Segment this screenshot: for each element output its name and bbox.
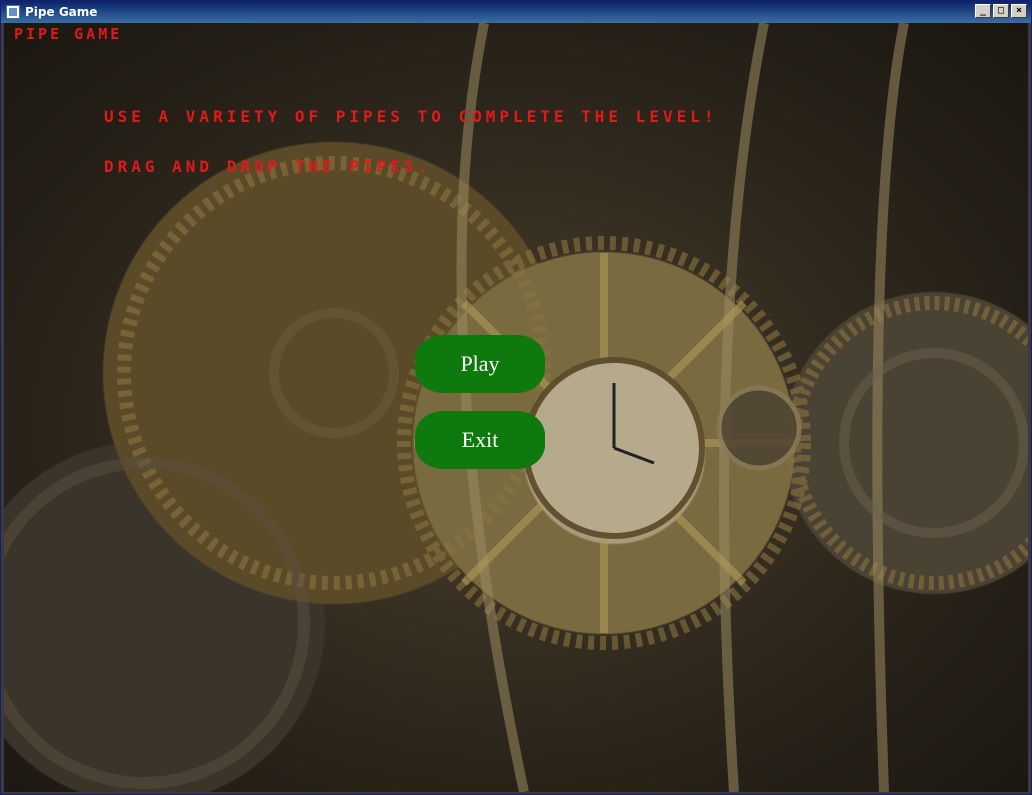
title-bar[interactable]: Pipe Game _ □ × [1, 1, 1031, 23]
close-button[interactable]: × [1011, 4, 1027, 18]
game-canvas: Pipe Game Use a variety of pipes to comp… [4, 23, 1028, 792]
instruction-line-1: Use a variety of pipes to complete the l… [104, 107, 718, 126]
app-window: Pipe Game _ □ × PIPE GAME USE A VARIETY … [0, 0, 1032, 795]
app-icon [6, 5, 20, 19]
exit-button[interactable]: Exit [415, 411, 545, 469]
game-title: Pipe Game [14, 25, 123, 43]
window-controls: _ □ × [975, 4, 1027, 18]
maximize-button[interactable]: □ [993, 4, 1009, 18]
minimize-button[interactable]: _ [975, 4, 991, 18]
play-button[interactable]: Play [415, 335, 545, 393]
clockwork-background [4, 23, 1028, 792]
window-title: Pipe Game [25, 5, 98, 19]
instruction-line-2: Drag and drop the pipes. [104, 157, 432, 176]
